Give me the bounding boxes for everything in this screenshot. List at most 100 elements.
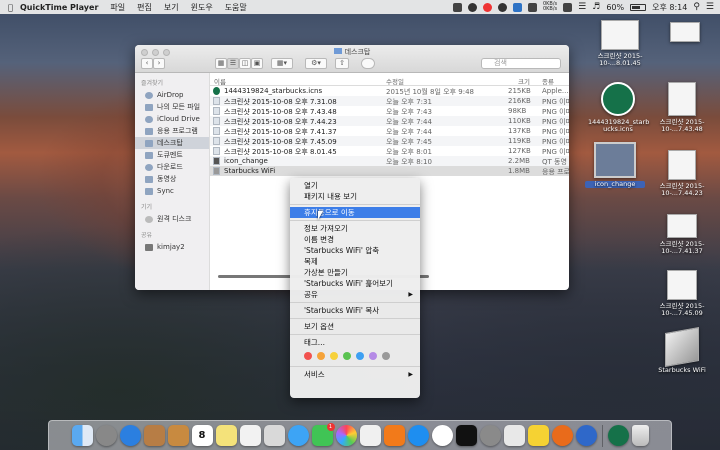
terminal-dock-icon[interactable] [455, 425, 477, 446]
volume-icon[interactable]: ♬ [592, 2, 600, 12]
menu-app-name[interactable]: QuickTime Player [14, 3, 104, 12]
table-row[interactable]: 스크린샷 2015-10-08 오후 7.43.48 오늘 오후 7:43 98KB… [210, 106, 569, 116]
desktop-icon-selected[interactable]: icon_change [585, 142, 645, 188]
sidebar-item-icloud[interactable]: iCloud Drive [135, 113, 209, 125]
spotlight-icon[interactable]: ⚲ [693, 2, 700, 12]
notification-center-icon[interactable]: ☰ [706, 2, 714, 12]
menu-item-get-info[interactable]: 정보 가져오기 [290, 223, 420, 234]
desktop-icon[interactable]: 스크린샷 2015-10-...7.43.48 [652, 82, 712, 133]
status-cpu-graph-icon[interactable] [527, 2, 537, 12]
safari-dock-icon[interactable] [119, 425, 141, 446]
menu-item-move-to-trash[interactable]: 휴지통으로 이동 [290, 207, 420, 218]
action-gear-button[interactable]: ⚙▾ [305, 58, 327, 69]
view-icon-button[interactable]: ▦ [215, 58, 227, 69]
tag-red-icon[interactable] [304, 352, 312, 360]
table-row[interactable]: 스크린샷 2015-10-08 오후 7.45.09 오늘 오후 7:45 119K… [210, 136, 569, 146]
menu-item-services[interactable]: 서비스 ▶ [290, 369, 420, 380]
table-row[interactable]: 스크린샷 2015-10-08 오후 8.01.45 오늘 오후 8:01 127K… [210, 146, 569, 156]
ibooks-dock-icon[interactable] [383, 425, 405, 446]
sidebar-item-downloads[interactable]: 다운로드 [135, 161, 209, 173]
tag-gray-icon[interactable] [382, 352, 390, 360]
sidebar-item-desktop[interactable]: 데스크탑 [135, 137, 209, 149]
menu-item-tags[interactable]: 태그... [290, 337, 420, 348]
battery-icon[interactable] [630, 3, 647, 11]
share-button[interactable]: ⇧ [335, 58, 349, 69]
tag-yellow-icon[interactable] [330, 352, 338, 360]
status-app-icon-2[interactable] [467, 2, 477, 12]
view-coverflow-button[interactable]: ▣ [251, 58, 263, 69]
desktop-icon[interactable]: 스크린샷 2015-10-...7.45.09 [652, 270, 712, 317]
menu-file[interactable]: 파일 [104, 2, 131, 13]
finder-dock-icon[interactable] [71, 425, 93, 446]
sidebar-item-documents[interactable]: 도큐멘트 [135, 149, 209, 161]
table-row[interactable]: icon_change 오늘 오후 8:10 2.2MB QT 동영 [210, 156, 569, 166]
status-app-icon-3[interactable] [497, 2, 507, 12]
table-row[interactable]: 스크린샷 2015-10-08 오후 7.41.37 오늘 오후 7:44 137K… [210, 126, 569, 136]
desktop-icon[interactable]: 스크린샷 2015-10-...7.44.23 [652, 150, 712, 197]
menu-help[interactable]: 도움말 [219, 2, 253, 13]
starbucks-wifi-dock-icon[interactable] [607, 425, 629, 446]
notes-dock-icon[interactable] [215, 425, 237, 446]
view-list-button[interactable]: ☰ [227, 58, 239, 69]
wifi-icon[interactable]: ☰ [578, 2, 586, 12]
menu-item-make-alias[interactable]: 가상본 만들기 [290, 267, 420, 278]
menu-window[interactable]: 윈도우 [185, 2, 219, 13]
sidebar-item-remote-disc[interactable]: 원격 디스크 [135, 213, 209, 225]
tag-orange-icon[interactable] [317, 352, 325, 360]
messages-dock-icon[interactable] [287, 425, 309, 446]
back-button[interactable]: ‹ [141, 58, 153, 69]
facetime-dock-icon[interactable]: 1 [311, 423, 335, 446]
clock[interactable]: 오후 8:14 [652, 2, 687, 13]
quicktime-dock-icon[interactable] [575, 425, 597, 446]
search-input[interactable]: 검색 [481, 58, 561, 69]
view-column-button[interactable]: ◫ [239, 58, 251, 69]
preview-dock-icon[interactable] [263, 425, 285, 446]
table-row[interactable]: 스크린샷 2015-10-08 오후 7.31.08 오늘 오후 7:31 216K… [210, 96, 569, 106]
apple-menu-icon[interactable]:  [0, 3, 14, 12]
menu-item-share[interactable]: 공유 ▶ [290, 289, 420, 300]
arrange-button[interactable]: ▦▾ [271, 58, 293, 69]
desktop-icon[interactable]: 스크린샷 2015-10-...8.01.45 [590, 20, 650, 67]
column-header-kind[interactable]: 종류 [542, 76, 554, 86]
reminders-dock-icon[interactable] [239, 425, 261, 446]
trash-dock-icon[interactable] [631, 425, 649, 446]
tags-button[interactable] [361, 58, 375, 69]
status-app-icon[interactable] [452, 2, 462, 12]
tag-blue-icon[interactable] [356, 352, 364, 360]
menu-edit[interactable]: 편집 [131, 2, 158, 13]
table-row-selected[interactable]: Starbucks WiFi 1.8MB 응용 프로 [210, 166, 569, 176]
desktop-icon[interactable] [655, 22, 715, 45]
table-row[interactable]: 스크린샷 2015-10-08 오후 7.44.23 오늘 오후 7:44 110K… [210, 116, 569, 126]
menu-item-rename[interactable]: 이름 변경 [290, 234, 420, 245]
menu-item-open[interactable]: 열기 [290, 180, 420, 191]
photos-dock-icon[interactable] [335, 425, 357, 446]
tag-purple-icon[interactable] [369, 352, 377, 360]
contacts-dock-icon[interactable] [167, 425, 189, 446]
sidebar-item-all-files[interactable]: 나의 모든 파일 [135, 101, 209, 113]
table-row[interactable]: 1444319824_starbucks.icns 2015년 10월 8일 오후… [210, 86, 569, 96]
sidebar-item-airdrop[interactable]: AirDrop [135, 89, 209, 101]
launchpad-dock-icon[interactable] [95, 425, 117, 446]
column-header-modified[interactable]: 수정일 [386, 76, 404, 86]
battery-percent[interactable]: 60% [606, 3, 624, 12]
itunes-dock-icon[interactable] [359, 425, 381, 446]
menu-item-view-options[interactable]: 보기 옵션 [290, 321, 420, 332]
menu-view[interactable]: 보기 [158, 2, 185, 13]
photos-browser-dock-icon[interactable] [143, 425, 165, 446]
status-record-icon[interactable] [482, 2, 492, 12]
desktop-icon[interactable]: 스크린샷 2015-10-...7.41.37 [652, 214, 712, 255]
menu-item-copy[interactable]: 'Starbucks WiFi' 복사 [290, 305, 420, 316]
sidebar-item-movies[interactable]: 동영상 [135, 173, 209, 185]
desktop-icon[interactable]: Starbucks WiFi [652, 327, 712, 374]
kakaotalk-dock-icon[interactable] [527, 425, 549, 446]
app-dock-icon[interactable] [431, 425, 453, 446]
app-store-dock-icon[interactable] [407, 425, 429, 446]
sidebar-item-shared-computer[interactable]: kimjay2 [135, 241, 209, 253]
menu-item-show-package-contents[interactable]: 패키지 내용 보기 [290, 191, 420, 202]
calendar-dock-icon[interactable]: 8 [191, 425, 213, 446]
column-header-name[interactable]: 이름 [214, 76, 226, 86]
tag-green-icon[interactable] [343, 352, 351, 360]
app-dock-icon-2[interactable] [551, 425, 573, 446]
system-preferences-dock-icon[interactable] [479, 425, 501, 446]
status-dropbox-icon[interactable] [512, 2, 522, 12]
